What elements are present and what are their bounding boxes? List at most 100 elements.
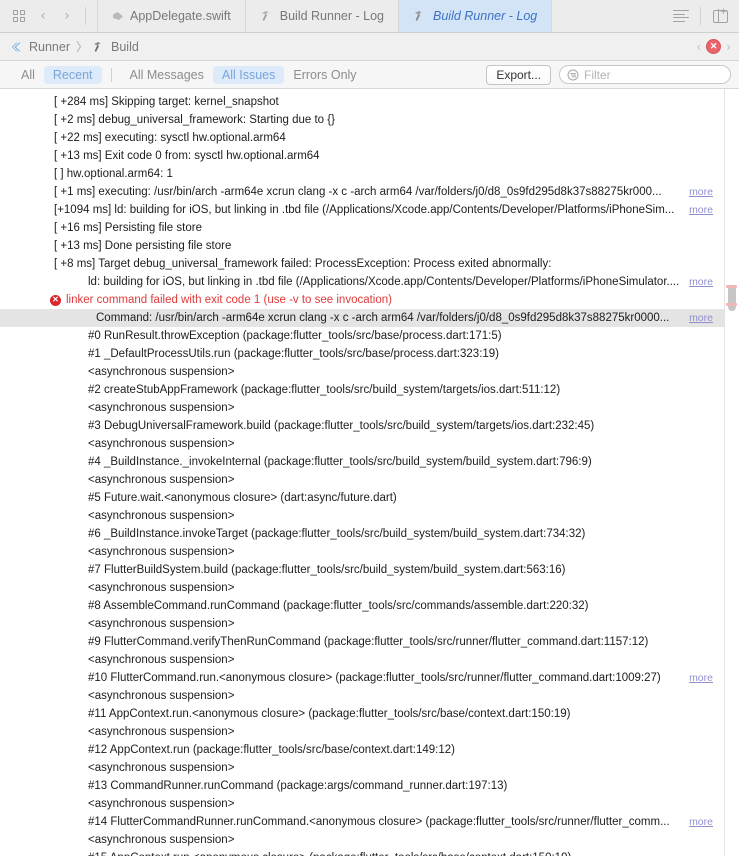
log-row-text: #1 _DefaultProcessUtils.run (package:flu… <box>88 348 500 360</box>
tab-bar-right-controls <box>666 0 739 32</box>
log-row[interactable]: <asynchronous suspension> <box>0 615 739 633</box>
scroll-gutter[interactable] <box>724 89 739 856</box>
filter-divider <box>110 67 112 82</box>
log-row[interactable]: <asynchronous suspension> <box>0 687 739 705</box>
breadcrumb-project[interactable]: Runner <box>27 40 72 54</box>
log-row[interactable]: [ +8 ms] Target debug_universal_framewor… <box>0 255 739 273</box>
log-row[interactable]: <asynchronous suspension> <box>0 723 739 741</box>
log-row-text: <asynchronous suspension> <box>88 366 235 378</box>
log-row[interactable]: <asynchronous suspension> <box>0 579 739 597</box>
log-row[interactable]: #0 RunResult.throwException (package:flu… <box>0 327 739 345</box>
log-row[interactable]: <asynchronous suspension> <box>0 795 739 813</box>
filter-icon <box>567 69 579 80</box>
log-row[interactable]: #9 FlutterCommand.verifyThenRunCommand (… <box>0 633 739 651</box>
build-log-panel[interactable]: [ +284 ms] Skipping target: kernel_snaps… <box>0 89 739 856</box>
log-row[interactable]: [ +13 ms] Done persisting file store <box>0 237 739 255</box>
log-row-text: #5 Future.wait.<anonymous closure> (dart… <box>88 492 397 504</box>
add-editor-panel-icon[interactable] <box>709 5 731 27</box>
log-row[interactable]: #13 CommandRunner.runCommand (package:ar… <box>0 777 739 795</box>
filter-bar: All Recent All Messages All Issues Error… <box>0 61 739 89</box>
log-row-text: [ +13 ms] Exit code 0 from: sysctl hw.op… <box>54 150 320 162</box>
log-row[interactable]: [ +16 ms] Persisting file store <box>0 219 739 237</box>
scrollbar-thumb[interactable] <box>728 285 736 311</box>
tab-appdelegate-swift[interactable]: AppDelegate.swift <box>97 0 246 32</box>
tab-build-runner-log-1[interactable]: Build Runner - Log <box>246 0 399 32</box>
log-row-error[interactable]: ✕ linker command failed with exit code 1 … <box>0 291 739 309</box>
log-row[interactable]: #8 AssembleCommand.runCommand (package:f… <box>0 597 739 615</box>
more-link[interactable]: more <box>689 183 713 201</box>
log-row[interactable]: #1 _DefaultProcessUtils.run (package:flu… <box>0 345 739 363</box>
log-row-text: linker command failed with exit code 1 (… <box>66 294 392 306</box>
log-row[interactable]: #15 AppContext.run.<anonymous closure> (… <box>0 849 739 856</box>
export-button[interactable]: Export... <box>486 64 551 85</box>
log-row[interactable]: <asynchronous suspension> <box>0 831 739 849</box>
log-row[interactable]: <asynchronous suspension> <box>0 543 739 561</box>
log-row-text: <asynchronous suspension> <box>88 402 235 414</box>
filter-all[interactable]: All <box>12 66 44 84</box>
back-chevron-icon[interactable] <box>8 39 24 55</box>
more-link[interactable]: more <box>689 669 713 687</box>
log-row-text: <asynchronous suspension> <box>88 438 235 450</box>
log-row[interactable]: [+1094 ms] ld: building for iOS, but lin… <box>0 201 739 219</box>
breadcrumb-target[interactable]: Build <box>109 40 141 54</box>
scope-segment: All Recent <box>12 65 102 84</box>
log-row-text: #12 AppContext.run (package:flutter_tool… <box>88 744 455 756</box>
filter-all-issues[interactable]: All Issues <box>212 65 285 84</box>
status-badge[interactable]: ✕ <box>706 39 722 54</box>
log-row[interactable]: <asynchronous suspension> <box>0 435 739 453</box>
log-row-text: #10 FlutterCommand.run.<anonymous closur… <box>88 672 661 684</box>
log-row[interactable]: [ +22 ms] executing: sysctl hw.optional.… <box>0 129 739 147</box>
more-link[interactable]: more <box>689 813 713 831</box>
log-row[interactable]: #6 _BuildInstance.invokeTarget (package:… <box>0 525 739 543</box>
grid-overview-icon[interactable] <box>8 5 30 27</box>
log-row[interactable]: #14 FlutterCommandRunner.runCommand.<ano… <box>0 813 739 831</box>
back-chevron-glyph: ‹ <box>40 8 46 24</box>
more-link[interactable]: more <box>689 309 713 327</box>
filter-all-messages[interactable]: All Messages <box>121 66 213 84</box>
tab-build-runner-log-2[interactable]: Build Runner - Log <box>399 0 553 32</box>
back-chevron-icon[interactable]: ‹ <box>32 5 54 27</box>
next-issue-icon[interactable]: › <box>726 40 731 54</box>
log-row-text: <asynchronous suspension> <box>88 726 235 738</box>
more-link[interactable]: more <box>689 273 713 291</box>
log-row-text: [+1094 ms] ld: building for iOS, but lin… <box>54 204 675 216</box>
log-row-text: #11 AppContext.run.<anonymous closure> (… <box>88 708 571 720</box>
log-row-text: <asynchronous suspension> <box>88 762 235 774</box>
log-row-text: <asynchronous suspension> <box>88 582 235 594</box>
log-row[interactable]: <asynchronous suspension> <box>0 651 739 669</box>
log-row[interactable]: #7 FlutterBuildSystem.build (package:flu… <box>0 561 739 579</box>
previous-issue-icon[interactable]: ‹ <box>696 40 701 54</box>
tab-bar: ‹ › AppDelegate.swift Build Runner - Log… <box>0 0 739 33</box>
log-row[interactable]: #4 _BuildInstance._invokeInternal (packa… <box>0 453 739 471</box>
log-row[interactable]: <asynchronous suspension> <box>0 399 739 417</box>
log-row[interactable]: #10 FlutterCommand.run.<anonymous closur… <box>0 669 739 687</box>
log-row-text: [ ] hw.optional.arm64: 1 <box>54 168 173 180</box>
filter-search-field[interactable]: Filter <box>559 65 731 84</box>
log-row[interactable]: <asynchronous suspension> <box>0 507 739 525</box>
log-row[interactable]: <asynchronous suspension> <box>0 363 739 381</box>
log-row[interactable]: <asynchronous suspension> <box>0 759 739 777</box>
filter-errors-only[interactable]: Errors Only <box>284 66 365 84</box>
filter-recent[interactable]: Recent <box>43 65 102 84</box>
log-row-text: [ +22 ms] executing: sysctl hw.optional.… <box>54 132 286 144</box>
list-lines-icon[interactable] <box>670 5 692 27</box>
swift-file-icon <box>112 10 124 22</box>
log-row[interactable]: #2 createStubAppFramework (package:flutt… <box>0 381 739 399</box>
log-row[interactable]: [ +1 ms] executing: /usr/bin/arch -arm64… <box>0 183 739 201</box>
log-row[interactable]: <asynchronous suspension> <box>0 471 739 489</box>
log-row[interactable]: [ ] hw.optional.arm64: 1 <box>0 165 739 183</box>
more-link[interactable]: more <box>689 201 713 219</box>
log-row[interactable]: [ +2 ms] debug_universal_framework: Star… <box>0 111 739 129</box>
log-row-selected[interactable]: Command: /usr/bin/arch -arm64e xcrun cla… <box>0 309 739 327</box>
log-row[interactable]: #11 AppContext.run.<anonymous closure> (… <box>0 705 739 723</box>
log-row[interactable]: #3 DebugUniversalFramework.build (packag… <box>0 417 739 435</box>
forward-chevron-icon[interactable]: › <box>56 5 78 27</box>
log-row[interactable]: ld: building for iOS, but linking in .tb… <box>0 273 739 291</box>
log-row[interactable]: [ +284 ms] Skipping target: kernel_snaps… <box>0 93 739 111</box>
level-segment: All Messages All Issues Errors Only <box>121 65 366 84</box>
scroll-track[interactable] <box>724 89 739 856</box>
log-row[interactable]: #12 AppContext.run (package:flutter_tool… <box>0 741 739 759</box>
log-row[interactable]: #5 Future.wait.<anonymous closure> (dart… <box>0 489 739 507</box>
log-row-text: <asynchronous suspension> <box>88 798 235 810</box>
log-row[interactable]: [ +13 ms] Exit code 0 from: sysctl hw.op… <box>0 147 739 165</box>
